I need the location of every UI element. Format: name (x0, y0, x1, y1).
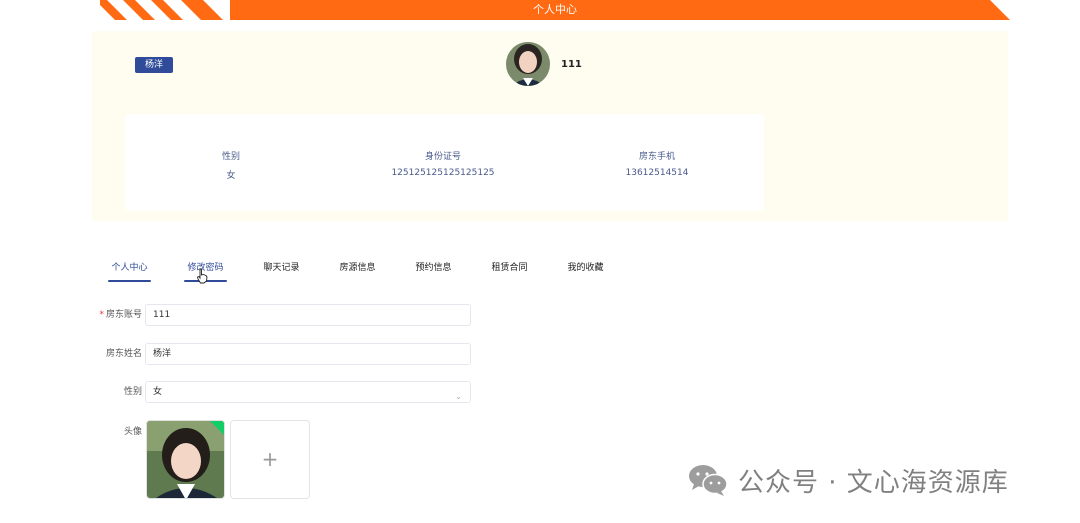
info-label: 房东手机 (638, 152, 675, 162)
gender-select[interactable]: 女 ⌄ (145, 381, 471, 403)
avatar-thumbnail[interactable] (146, 420, 225, 499)
tab-profile[interactable]: 个人中心 (108, 254, 151, 282)
info-value: 女 (226, 171, 236, 181)
page-title: 个人中心 (533, 3, 577, 16)
avatar-label: 头像 (123, 427, 142, 437)
avatar (506, 42, 550, 86)
account-label-text: 房东账号 (105, 310, 142, 320)
hand-cursor-icon (196, 268, 208, 284)
wechat-icon (689, 465, 728, 496)
avatar-portrait-icon (506, 42, 550, 86)
profile-panel: 杨洋 111 性别 女 身份证号 125125125125125125 房东手机… (92, 31, 1008, 221)
watermark: 公众号 · 文心海资源库 (688, 462, 1009, 498)
info-phone: 房东手机 13612514514 (557, 149, 757, 178)
name-label: 房东姓名 (105, 349, 142, 359)
gender-label: 性别 (123, 387, 142, 397)
name-tag: 杨洋 (135, 57, 173, 73)
tab-contracts[interactable]: 租赁合同 (488, 254, 531, 282)
tab-favorites[interactable]: 我的收藏 (564, 254, 607, 282)
account-input[interactable]: 111 (145, 304, 471, 326)
tab-chat-history[interactable]: 聊天记录 (260, 254, 303, 282)
upload-button[interactable]: + (230, 420, 310, 499)
info-value: 13612514514 (625, 168, 689, 178)
watermark-text: 公众号 · 文心海资源库 (738, 467, 1009, 498)
gender-select-value: 女 (153, 387, 163, 397)
chevron-down-icon: ⌄ (455, 392, 462, 401)
plus-icon: + (261, 447, 279, 471)
header-banner: 个人中心 (100, 0, 1010, 20)
required-mark: * (99, 310, 104, 320)
info-value: 125125125125125125 (391, 168, 495, 178)
info-card: 性别 女 身份证号 125125125125125125 房东手机 136125… (125, 114, 764, 211)
info-gender: 性别 女 (131, 149, 331, 181)
username: 111 (561, 59, 582, 70)
tab-listings[interactable]: 房源信息 (336, 254, 379, 282)
name-input[interactable]: 杨洋 (145, 343, 471, 365)
upload-success-badge (210, 421, 224, 435)
info-label: 身份证号 (424, 152, 461, 162)
info-id-number: 身份证号 125125125125125125 (343, 149, 543, 178)
info-label: 性别 (221, 152, 240, 162)
tab-appointments[interactable]: 预约信息 (412, 254, 455, 282)
account-label: * 房东账号 (82, 304, 142, 326)
